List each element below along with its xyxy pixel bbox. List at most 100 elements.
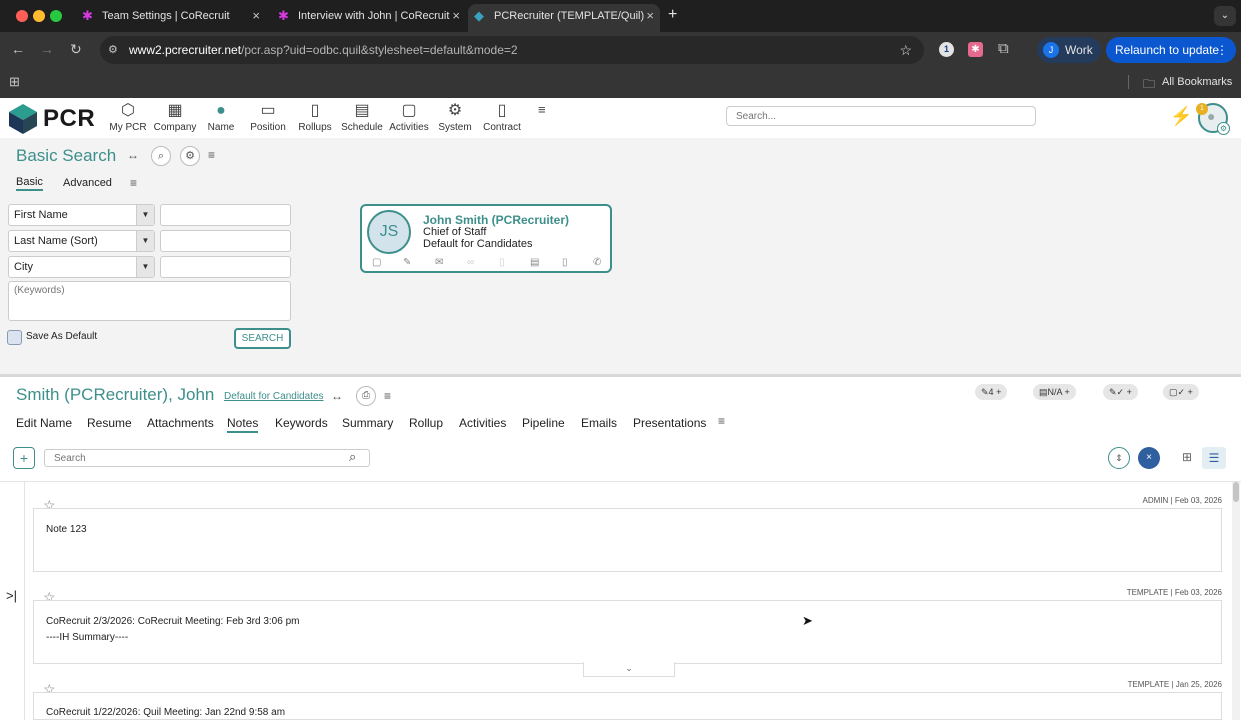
close-tab-icon[interactable]: × (252, 4, 260, 28)
minimize-window-button[interactable] (33, 10, 45, 22)
search-icon[interactable]: ⌕ (349, 449, 356, 465)
checklist-pill[interactable]: ✎✓ + (1103, 384, 1138, 400)
record-menu-icon[interactable]: ≡ (384, 389, 391, 403)
tab-edit-name[interactable]: Edit Name (16, 416, 72, 430)
sort-toggle-button[interactable]: ⇕ (1108, 447, 1130, 469)
options-menu-icon[interactable]: ≡ (208, 148, 215, 162)
tab-summary[interactable]: Summary (342, 416, 393, 430)
profile-button[interactable]: J Work (1037, 37, 1101, 63)
resume-icon[interactable]: ▤ (530, 257, 539, 268)
corecruit-extension-icon[interactable]: ✱ (968, 42, 983, 57)
field-select-city[interactable]: City ▼ (8, 256, 155, 278)
phone-icon[interactable]: ✆ (593, 257, 601, 268)
site-info-icon[interactable]: ⚙ (108, 36, 118, 64)
extensions-icon[interactable]: ⧉ (998, 40, 1009, 57)
nav-system[interactable]: ⚙ System (430, 102, 480, 133)
field-select-first-name[interactable]: First Name ▼ (8, 204, 155, 226)
candidate-name-link[interactable]: John Smith (PCRecruiter) (423, 213, 569, 227)
nav-position[interactable]: ▭ Position (243, 102, 293, 133)
tab-attachments[interactable]: Attachments (147, 416, 214, 430)
record-group-link[interactable]: Default for Candidates (224, 391, 324, 402)
forward-icon[interactable]: → (40, 40, 54, 58)
scrollbar-track[interactable] (1232, 482, 1240, 720)
expand-arrows-icon[interactable]: ↔ (127, 148, 139, 162)
note-card[interactable]: CoRecruit 1/22/2026: Quil Meeting: Jan 2… (33, 692, 1222, 720)
tab-emails[interactable]: Emails (581, 416, 617, 430)
all-bookmarks-link[interactable]: All Bookmarks (1162, 76, 1232, 88)
user-avatar[interactable]: ● 1 ⚙ (1196, 103, 1230, 135)
tab-pipeline[interactable]: Pipeline (522, 416, 565, 430)
close-tab-icon[interactable]: × (646, 4, 654, 28)
nav-rollups[interactable]: ▯ Rollups (290, 102, 340, 133)
note-card[interactable]: CoRecruit 2/3/2026: CoRecruit Meeting: F… (33, 600, 1222, 664)
relaunch-button[interactable]: Relaunch to update ⋮ (1106, 37, 1236, 63)
tabs-menu-icon[interactable]: ≡ (718, 414, 725, 428)
tab-basic[interactable]: Basic (16, 176, 43, 191)
close-window-button[interactable] (16, 10, 28, 22)
expand-sidebar-icon[interactable]: >| (6, 588, 17, 603)
apps-grid-icon[interactable]: ⊞ (9, 74, 20, 90)
settings-gear-icon[interactable]: ⚙ (1217, 122, 1230, 135)
search-button[interactable]: SEARCH (234, 328, 291, 349)
nav-contract[interactable]: ▯ Contract (477, 102, 527, 133)
tab-rollup[interactable]: Rollup (409, 416, 443, 430)
last-name-input[interactable] (160, 230, 291, 252)
status-pill[interactable]: ▤N/A + (1033, 384, 1076, 400)
add-note-button[interactable]: + (13, 447, 35, 469)
activity-pill[interactable]: ▢✓ + (1163, 384, 1199, 400)
expand-arrows-icon[interactable]: ↔ (331, 389, 343, 403)
maximize-window-button[interactable] (50, 10, 62, 22)
tab-activities[interactable]: Activities (459, 416, 506, 430)
nav-name[interactable]: ● Name (196, 102, 246, 133)
save-default-checkbox[interactable] (7, 330, 22, 345)
city-input[interactable] (160, 256, 291, 278)
link-icon[interactable]: ∞ (467, 257, 474, 268)
reload-icon[interactable]: ↻ (70, 40, 82, 58)
back-icon[interactable]: ← (11, 40, 25, 58)
url-bar[interactable]: ⚙ www2.pcrecruiter.net/pcr.asp?uid=odbc.… (100, 36, 924, 64)
mail-icon[interactable]: ✉ (435, 257, 443, 268)
browser-tab[interactable]: ✱ Team Settings | CoRecruit × (76, 4, 266, 32)
password-extension-icon[interactable]: 1 (939, 42, 954, 57)
quick-action-icon[interactable]: ⚡ (1170, 106, 1192, 127)
bookmark-star-icon[interactable]: ☆ (899, 36, 912, 64)
tab-keywords[interactable]: Keywords (275, 416, 328, 430)
mobile-icon[interactable]: ▯ (562, 257, 568, 268)
print-icon[interactable]: ⎙ (356, 386, 376, 406)
tab-resume[interactable]: Resume (87, 416, 132, 430)
new-tab-icon[interactable]: + (668, 6, 677, 24)
pcr-logo[interactable]: PCR (7, 103, 95, 138)
tab-notes[interactable]: Notes (227, 416, 259, 433)
field-select-last-name[interactable]: Last Name (Sort) ▼ (8, 230, 155, 252)
nav-my-pcr[interactable]: ⬡ My PCR (103, 102, 153, 133)
more-menu-icon[interactable]: ⋮ (1216, 37, 1228, 63)
tab-menu-icon[interactable]: ≡ (130, 176, 137, 190)
expand-note-button[interactable]: ⌄ (583, 662, 675, 677)
first-name-input[interactable] (160, 204, 291, 226)
notes-search-input[interactable] (44, 449, 370, 467)
keywords-textarea[interactable] (8, 281, 291, 321)
result-card[interactable]: JS John Smith (PCRecruiter) Chief of Sta… (360, 204, 612, 273)
list-view-icon[interactable]: ☰ (1202, 447, 1226, 469)
search-icon[interactable]: ⌕ (151, 146, 171, 166)
collapse-button[interactable]: × (1138, 447, 1160, 469)
tab-presentations[interactable]: Presentations (633, 416, 706, 430)
scrollbar-thumb[interactable] (1233, 482, 1239, 502)
grid-view-icon[interactable]: ⊞ (1182, 450, 1192, 464)
global-search-input[interactable] (726, 106, 1036, 126)
settings-icon[interactable]: ⚙ (180, 146, 200, 166)
attachments-pill[interactable]: ✎4 + (975, 384, 1008, 400)
browser-tab-active[interactable]: ◆ PCRecruiter (TEMPLATE/Quil) × (468, 4, 660, 32)
tab-advanced[interactable]: Advanced (63, 177, 112, 189)
nav-schedule[interactable]: ▤ Schedule (337, 102, 387, 133)
nav-company[interactable]: ▦ Company (150, 102, 200, 133)
note-card[interactable]: Note 123 (33, 508, 1222, 572)
edit-icon[interactable]: ✎ (403, 257, 411, 268)
close-tab-icon[interactable]: × (452, 4, 460, 28)
nav-activities[interactable]: ▢ Activities (384, 102, 434, 133)
chat-icon[interactable]: ▢ (372, 257, 381, 268)
browser-tab[interactable]: ✱ Interview with John | CoRecruit × (272, 4, 466, 32)
document-icon[interactable]: ▯ (499, 257, 505, 268)
tab-search-button[interactable]: ⌄ (1214, 6, 1236, 26)
nav-menu-icon[interactable]: ≡ (538, 102, 546, 117)
